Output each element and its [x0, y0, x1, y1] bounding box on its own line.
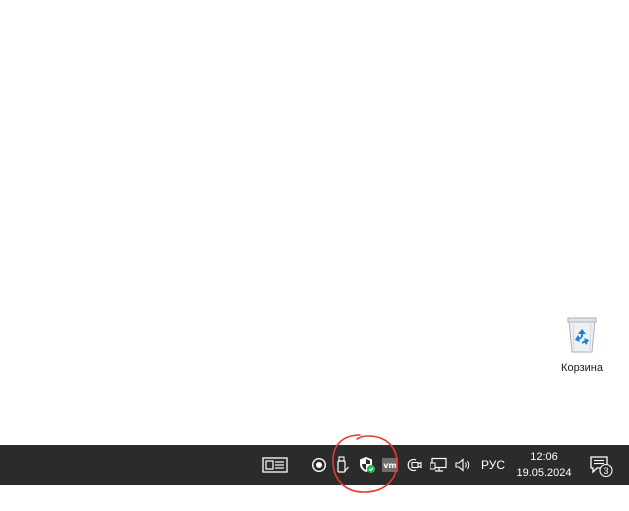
record-icon — [311, 457, 327, 473]
svg-text:vm: vm — [383, 461, 397, 470]
language-label: РУС — [480, 458, 506, 472]
volume-icon — [455, 458, 470, 472]
usb-eject-tray-button[interactable] — [333, 445, 353, 485]
meet-now-icon — [407, 458, 422, 472]
vmware-tools-icon: vm — [382, 458, 398, 472]
network-tray-button[interactable] — [428, 445, 450, 485]
news-widget-button[interactable] — [259, 445, 291, 485]
news-widget-icon — [262, 457, 288, 473]
desktop: Корзина — [0, 0, 629, 445]
taskbar: vm РУС 12:06 19.05.2024 3 — [0, 445, 629, 485]
notification-center-icon: 3 — [590, 456, 613, 478]
desktop-bottom-strip — [0, 485, 629, 511]
clock[interactable]: 12:06 19.05.2024 — [512, 445, 576, 485]
recycle-bin-shortcut[interactable]: Корзина — [549, 312, 615, 382]
windows-security-icon — [360, 457, 375, 473]
recycle-bin-label: Корзина — [561, 362, 603, 374]
usb-eject-icon — [337, 456, 349, 473]
vmware-tools-tray-button[interactable]: vm — [380, 445, 400, 485]
windows-security-tray-button[interactable] — [356, 445, 378, 485]
language-indicator[interactable]: РУС — [477, 445, 509, 485]
recycle-bin-icon — [567, 317, 597, 353]
record-tray-button[interactable] — [308, 445, 330, 485]
network-icon — [430, 457, 447, 472]
volume-tray-button[interactable] — [452, 445, 474, 485]
clock-date: 19.05.2024 — [516, 467, 572, 479]
notification-center-button[interactable]: 3 — [584, 445, 616, 485]
notification-count: 3 — [603, 466, 608, 476]
meet-now-tray-button[interactable] — [405, 445, 425, 485]
clock-time: 12:06 — [530, 451, 558, 463]
